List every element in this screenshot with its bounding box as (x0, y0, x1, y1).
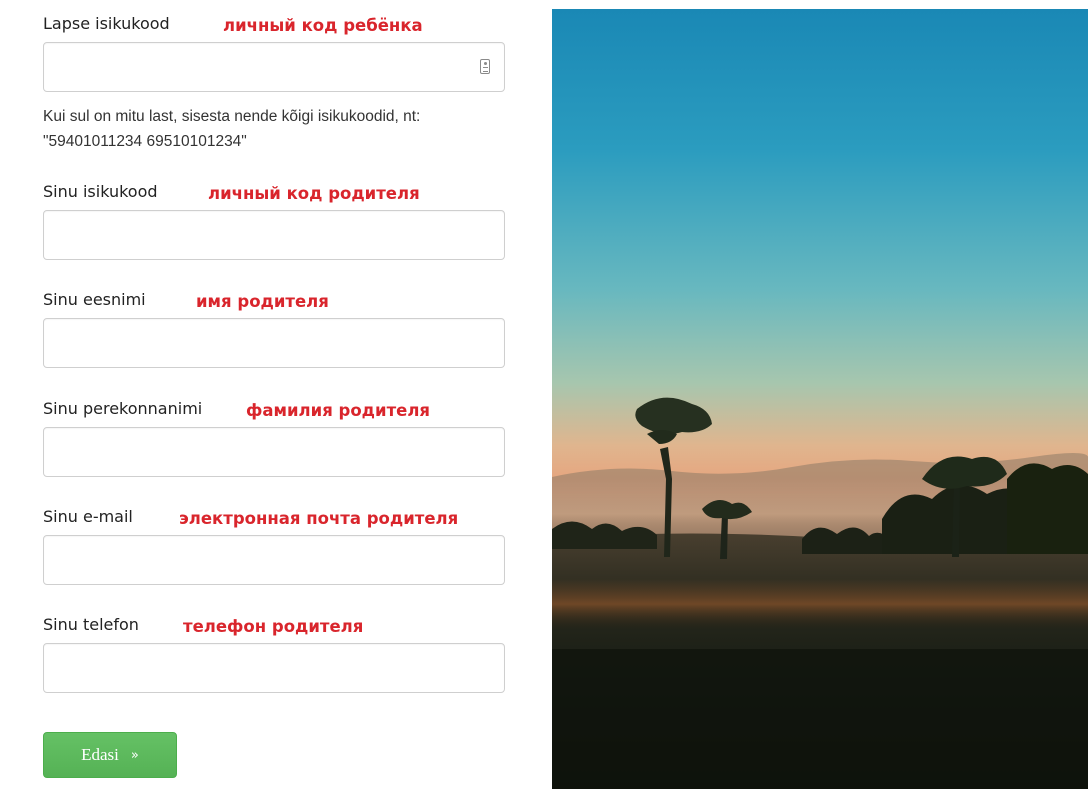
parent-id-input-box[interactable] (43, 210, 505, 260)
child-id-help-text: Kui sul on mitu last, sisesta nende kõig… (43, 108, 421, 150)
first-name-input[interactable] (44, 319, 504, 367)
parent-id-input[interactable] (44, 211, 504, 259)
email-annotation: электронная почта родителя (179, 509, 459, 528)
child-id-annotation: личный код ребёнка (223, 16, 423, 35)
phone-input[interactable] (44, 644, 504, 692)
contact-card-icon[interactable] (480, 59, 490, 74)
registration-form: Lapse isikukood личный код ребёнка Kui s… (0, 0, 552, 789)
email-field-group: Sinu e-mail электронная почта родителя (43, 507, 505, 585)
landscape-photo-image (552, 9, 1088, 789)
parent-id-label: Sinu isikukood (43, 182, 158, 201)
label-row: Sinu telefon телефон родителя (43, 615, 505, 641)
first-name-annotation: имя родителя (196, 292, 329, 311)
label-row: Sinu e-mail электронная почта родителя (43, 507, 505, 533)
label-row: Sinu perekonnanimi фамилия родителя (43, 399, 505, 425)
landscape-photo (552, 9, 1088, 789)
child-id-field-group: Lapse isikukood личный код ребёнка (43, 14, 505, 92)
email-label: Sinu e-mail (43, 507, 133, 526)
next-button[interactable]: Edasi » (43, 732, 177, 778)
last-name-field-group: Sinu perekonnanimi фамилия родителя (43, 399, 505, 477)
page: Lapse isikukood личный код ребёнка Kui s… (0, 0, 1088, 789)
phone-annotation: телефон родителя (183, 617, 364, 636)
first-name-label: Sinu eesnimi (43, 290, 146, 309)
label-row: Sinu isikukood личный код родителя (43, 182, 505, 208)
next-button-label: Edasi (81, 745, 119, 764)
email-input-box[interactable] (43, 535, 505, 585)
first-name-input-box[interactable] (43, 318, 505, 368)
phone-label: Sinu telefon (43, 615, 139, 634)
label-row: Lapse isikukood личный код ребёнка (43, 14, 505, 40)
label-row: Sinu eesnimi имя родителя (43, 290, 505, 316)
last-name-input-box[interactable] (43, 427, 505, 477)
last-name-label: Sinu perekonnanimi (43, 399, 203, 418)
child-id-input[interactable] (44, 43, 504, 91)
last-name-input[interactable] (44, 428, 504, 476)
child-id-label: Lapse isikukood (43, 14, 170, 33)
phone-input-box[interactable] (43, 643, 505, 693)
phone-field-group: Sinu telefon телефон родителя (43, 615, 505, 693)
double-chevron-right-icon: » (130, 747, 139, 763)
first-name-field-group: Sinu eesnimi имя родителя (43, 290, 505, 368)
email-input[interactable] (44, 536, 504, 584)
child-id-input-box[interactable] (43, 42, 505, 92)
last-name-annotation: фамилия родителя (246, 401, 431, 420)
parent-id-field-group: Sinu isikukood личный код родителя (43, 182, 505, 260)
parent-id-annotation: личный код родителя (208, 184, 420, 203)
